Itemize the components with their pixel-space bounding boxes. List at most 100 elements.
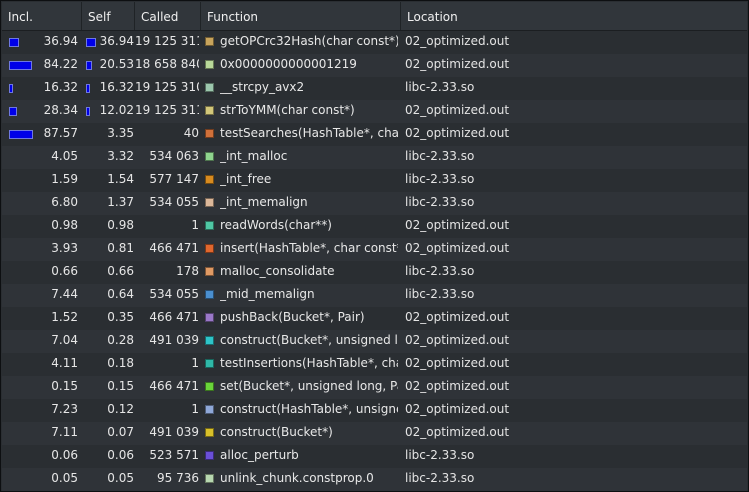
location-name: 02_optimized.out	[405, 356, 510, 370]
called-value: 19 125 311	[135, 103, 199, 117]
self-value: 0.81	[107, 241, 134, 255]
table-row[interactable]: 84.22 20.53 18 658 840 0x0000000000001219 02…	[2, 54, 747, 77]
incl-value: 0.15	[51, 379, 78, 393]
self-value: 16.32	[99, 80, 134, 94]
cost-group-swatch	[205, 244, 214, 253]
incl-value: 4.05	[51, 149, 78, 163]
table-row[interactable]: 7.04 0.28 491 039 construct(Bucket*, unsign…	[2, 330, 747, 353]
location-name: 02_optimized.out	[405, 103, 510, 117]
incl-value: 7.44	[51, 287, 78, 301]
self-value: 20.53	[99, 57, 134, 71]
table-row[interactable]: 16.32 16.32 19 125 310 __strcpy_avx2 libc-2.…	[2, 77, 747, 100]
function-name: getOPCrc32Hash(char const*)	[220, 34, 398, 48]
incl-value: 87.57	[43, 126, 78, 140]
column-header-called[interactable]: Called	[135, 2, 201, 30]
function-name: 0x0000000000001219	[220, 57, 357, 71]
called-value: 18 658 840	[135, 57, 199, 71]
self-value: 12.02	[99, 103, 134, 117]
function-name: _int_free	[220, 172, 272, 186]
location-name: 02_optimized.out	[405, 425, 510, 439]
function-name: pushBack(Bucket*, Pair)	[220, 310, 365, 324]
table-row[interactable]: 28.34 12.02 19 125 311 strToYMM(char const*…	[2, 100, 747, 123]
called-value: 491 039	[149, 425, 199, 439]
self-value: 0.64	[107, 287, 134, 301]
table-row[interactable]: 1.52 0.35 466 471 pushBack(Bucket*, Pair) 02…	[2, 307, 747, 330]
table-row[interactable]: 3.93 0.81 466 471 insert(HashTable*, char c…	[2, 238, 747, 261]
column-header-self[interactable]: Self	[82, 2, 135, 30]
table-row[interactable]: 7.11 0.07 491 039 construct(Bucket*) 02_opti…	[2, 422, 747, 445]
function-name: construct(Bucket*, unsigned long)	[220, 333, 398, 347]
called-value: 19 125 311	[135, 34, 199, 48]
table-row[interactable]: 0.66 0.66 178 malloc_consolidate libc-2.33.s…	[2, 261, 747, 284]
self-value: 1.37	[107, 195, 134, 209]
cost-group-swatch	[205, 83, 214, 92]
column-header-location[interactable]: Location	[401, 2, 747, 30]
function-name: construct(Bucket*)	[220, 425, 333, 439]
table-row[interactable]: 36.94 36.94 19 125 311 getOPCrc32Hash(char …	[2, 31, 747, 54]
incl-value: 1.59	[51, 172, 78, 186]
location-name: 02_optimized.out	[405, 57, 510, 71]
table-row[interactable]: 0.98 0.98 1 readWords(char**) 02_optimized.o…	[2, 215, 747, 238]
function-name: _int_memalign	[220, 195, 308, 209]
table-row[interactable]: 4.11 0.18 1 testInsertions(HashTable*, char…	[2, 353, 747, 376]
incl-value: 0.05	[51, 471, 78, 485]
incl-value: 0.98	[51, 218, 78, 232]
function-name: alloc_perturb	[220, 448, 299, 462]
self-value: 1.54	[107, 172, 134, 186]
self-value: 3.32	[107, 149, 134, 163]
table-row[interactable]: 87.57 3.35 40 testSearches(HashTable*, char…	[2, 123, 747, 146]
called-value: 534 063	[149, 149, 199, 163]
table-body: 36.94 36.94 19 125 311 getOPCrc32Hash(char …	[2, 31, 747, 491]
incl-value: 3.93	[51, 241, 78, 255]
column-header-incl[interactable]: Incl.	[2, 2, 82, 30]
cost-group-swatch	[205, 37, 214, 46]
called-value: 178	[176, 264, 199, 278]
function-name: _mid_memalign	[220, 287, 315, 301]
incl-value: 28.34	[43, 103, 78, 117]
table-row[interactable]: 7.44 0.64 534 055 _mid_memalign libc-2.33.so	[2, 284, 747, 307]
location-name: libc-2.33.so	[405, 80, 475, 94]
self-value: 0.12	[107, 402, 134, 416]
column-header-function[interactable]: Function	[201, 2, 401, 30]
cost-group-swatch	[205, 152, 214, 161]
location-name: 02_optimized.out	[405, 241, 510, 255]
table-row[interactable]: 0.15 0.15 466 471 set(Bucket*, unsigned lon…	[2, 376, 747, 399]
called-value: 466 471	[149, 379, 199, 393]
cost-group-swatch	[205, 382, 214, 391]
self-value: 0.28	[107, 333, 134, 347]
table-row[interactable]: 4.05 3.32 534 063 _int_malloc libc-2.33.so	[2, 146, 747, 169]
incl-value: 6.80	[51, 195, 78, 209]
called-value: 95 736	[157, 471, 199, 485]
table-row[interactable]: 1.59 1.54 577 147 _int_free libc-2.33.so	[2, 169, 747, 192]
location-name: 02_optimized.out	[405, 126, 510, 140]
location-name: libc-2.33.so	[405, 448, 475, 462]
called-value: 466 471	[149, 310, 199, 324]
cost-group-swatch	[205, 60, 214, 69]
profile-table: Incl. Self Called Function Location 36.9…	[0, 0, 749, 492]
self-value: 0.05	[107, 471, 134, 485]
table-row[interactable]: 6.80 1.37 534 055 _int_memalign libc-2.33.so	[2, 192, 747, 215]
self-value: 0.35	[107, 310, 134, 324]
called-value: 1	[191, 218, 199, 232]
incl-value: 36.94	[43, 34, 78, 48]
self-value: 3.35	[107, 126, 134, 140]
cost-group-swatch	[205, 474, 214, 483]
self-value: 0.98	[107, 218, 134, 232]
location-name: libc-2.33.so	[405, 471, 475, 485]
cost-group-swatch	[205, 198, 214, 207]
self-value: 0.15	[107, 379, 134, 393]
table-row[interactable]: 0.06 0.06 523 571 alloc_perturb libc-2.33.so	[2, 445, 747, 468]
cost-group-swatch	[205, 428, 214, 437]
function-name: strToYMM(char const*)	[220, 103, 355, 117]
incl-value: 0.66	[51, 264, 78, 278]
table-row[interactable]: 7.23 0.12 1 construct(HashTable*, unsigne… 0…	[2, 399, 747, 422]
incl-value: 4.11	[51, 356, 78, 370]
cost-group-swatch	[205, 336, 214, 345]
called-value: 40	[183, 126, 199, 140]
table-row[interactable]: 0.05 0.05 95 736 unlink_chunk.constprop.0 li…	[2, 468, 747, 491]
cost-group-swatch	[205, 129, 214, 138]
function-name: testSearches(HashTable*, char …	[220, 126, 398, 140]
called-value: 534 055	[149, 287, 199, 301]
function-name: insert(HashTable*, char const*, …	[220, 241, 398, 255]
table-header: Incl. Self Called Function Location	[2, 2, 747, 31]
